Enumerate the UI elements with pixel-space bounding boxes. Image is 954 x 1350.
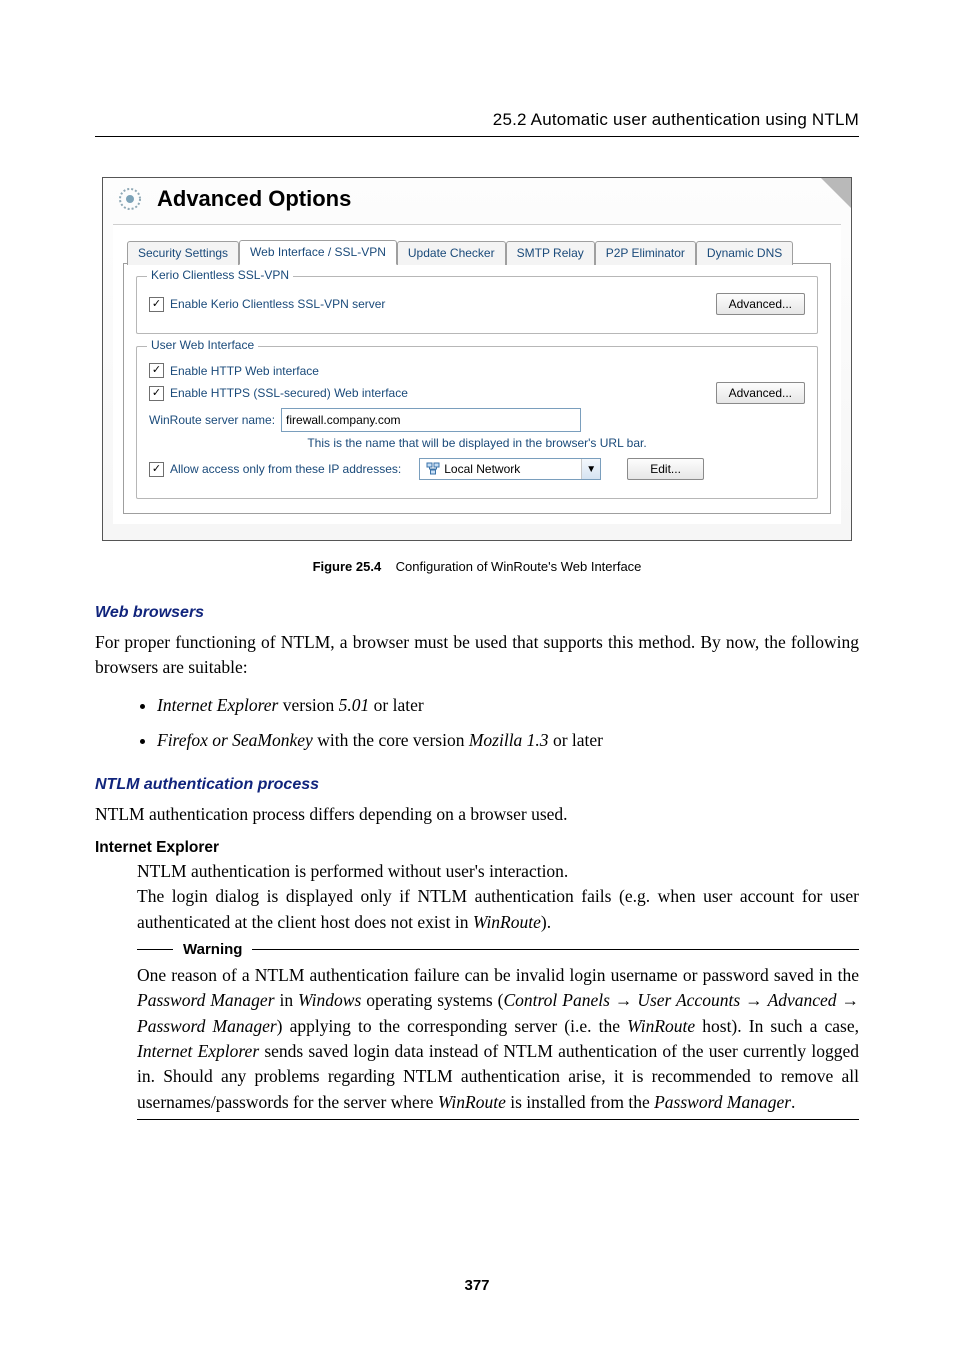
para-web-browsers-intro: For proper functioning of NTLM, a browse… [95,630,859,681]
warning-body: One reason of a NTLM authentication fail… [137,963,859,1115]
label-enable-http: Enable HTTP Web interface [170,364,319,378]
emph: Control Panels [503,990,609,1010]
emph: WinRoute [473,912,541,932]
emph: 5.01 [339,695,370,715]
emph: Password Manager [137,1016,277,1036]
warning-bottom-rule [137,1119,859,1120]
combo-allow-access-ip[interactable]: Local Network ▼ [419,458,601,480]
label-server-name: WinRoute server name: [149,413,275,427]
advanced-user-web-button[interactable]: Advanced... [716,382,805,404]
list-item: Firefox or SeaMonkey with the core versi… [157,728,859,753]
emph: Password Manager [137,990,275,1010]
group-legend-sslvpn: Kerio Clientless SSL-VPN [147,268,293,282]
edit-ip-list-button[interactable]: Edit... [627,458,704,480]
advanced-options-window: Advanced Options Security Settings Web I… [102,177,852,541]
emph: Internet Explorer [157,695,278,715]
para-ie-1: NTLM authentication is performed without… [137,859,859,884]
text: is installed from the [506,1092,654,1112]
tab-smtp-relay[interactable]: SMTP Relay [506,241,595,265]
checkbox-enable-sslvpn[interactable]: ✓ [149,297,164,312]
text: ). [541,912,551,932]
list-item: Internet Explorer version 5.01 or later [157,693,859,718]
page-number: 377 [0,1277,954,1294]
heading-ntlm-process: NTLM authentication process [95,776,859,794]
heading-web-browsers: Web browsers [95,604,859,622]
emph: Firefox or SeaMonkey [157,730,313,750]
para-ntlm-intro: NTLM authentication process differs depe… [95,802,859,827]
chevron-down-icon[interactable]: ▼ [581,459,600,479]
label-enable-sslvpn: Enable Kerio Clientless SSL-VPN server [170,297,385,311]
emph: User Accounts [637,990,740,1010]
group-legend-user-web: User Web Interface [147,338,258,352]
text: in [275,990,299,1010]
text: host). In such a case, [695,1016,859,1036]
window-titlebar: Advanced Options [103,178,851,224]
arrow-icon: → [837,990,859,1010]
rule-right [252,949,859,950]
figure-caption-text: Configuration of WinRoute's Web Interfac… [396,559,642,574]
arrow-icon: → [610,990,637,1010]
tab-dynamic-dns[interactable]: Dynamic DNS [696,241,793,265]
figure-wrapper: Advanced Options Security Settings Web I… [102,177,852,574]
tab-pane-web-interface: Kerio Clientless SSL-VPN ✓ Enable Kerio … [123,263,831,514]
text: One reason of a NTLM authentication fail… [137,965,859,985]
tab-security-settings[interactable]: Security Settings [127,241,239,265]
checkbox-enable-https[interactable]: ✓ [149,386,164,401]
para-ie-2: The login dialog is displayed only if NT… [137,884,859,935]
figure-caption-number: Figure 25.4 [313,559,382,574]
subheading-internet-explorer: Internet Explorer [95,839,859,857]
text: version [278,695,338,715]
emph: Mozilla 1.3 [469,730,549,750]
tab-strip: Security Settings Web Interface / SSL-VP… [123,239,831,264]
gear-icon [117,186,143,212]
input-server-name[interactable] [281,408,581,432]
text: . [791,1092,795,1112]
tab-update-checker[interactable]: Update Checker [397,241,506,265]
warning-label: Warning [183,939,242,961]
running-header: 25.2 Automatic user authentication using… [95,110,859,137]
emph: WinRoute [438,1092,506,1112]
page-curl-decorative [821,178,851,208]
text: ) applying to the corresponding server (… [277,1016,627,1036]
text: operating systems ( [361,990,503,1010]
combo-value: Local Network [444,462,520,476]
emph: WinRoute [627,1016,695,1036]
tab-p2p-eliminator[interactable]: P2P Eliminator [595,241,696,265]
hint-server-name: This is the name that will be displayed … [149,436,805,450]
emph: Password Manager [654,1092,791,1112]
label-enable-https: Enable HTTPS (SSL-secured) Web interface [170,386,408,400]
warning-heading: Warning [137,939,859,961]
emph: Windows [298,990,361,1010]
figure-caption: Figure 25.4 Configuration of WinRoute's … [102,559,852,574]
emph: Advanced [768,990,837,1010]
text: or later [549,730,603,750]
checkbox-enable-http[interactable]: ✓ [149,363,164,378]
text: or later [369,695,423,715]
text: with the core version [313,730,469,750]
window-title: Advanced Options [157,186,351,212]
arrow-icon: → [740,990,767,1010]
advanced-sslvpn-button[interactable]: Advanced... [716,293,805,315]
label-allow-access-ip: Allow access only from these IP addresse… [170,462,401,476]
group-user-web-interface: User Web Interface ✓ Enable HTTP Web int… [136,346,818,499]
local-network-icon [426,462,440,476]
ie-block: NTLM authentication is performed without… [137,859,859,1120]
emph: Internet Explorer [137,1041,259,1061]
tab-web-interface-sslvpn[interactable]: Web Interface / SSL-VPN [239,240,397,265]
checkbox-allow-access-ip[interactable]: ✓ [149,462,164,477]
group-kerio-clientless-sslvpn: Kerio Clientless SSL-VPN ✓ Enable Kerio … [136,276,818,334]
browser-list: Internet Explorer version 5.01 or later … [95,693,859,754]
rule-left [137,949,173,950]
